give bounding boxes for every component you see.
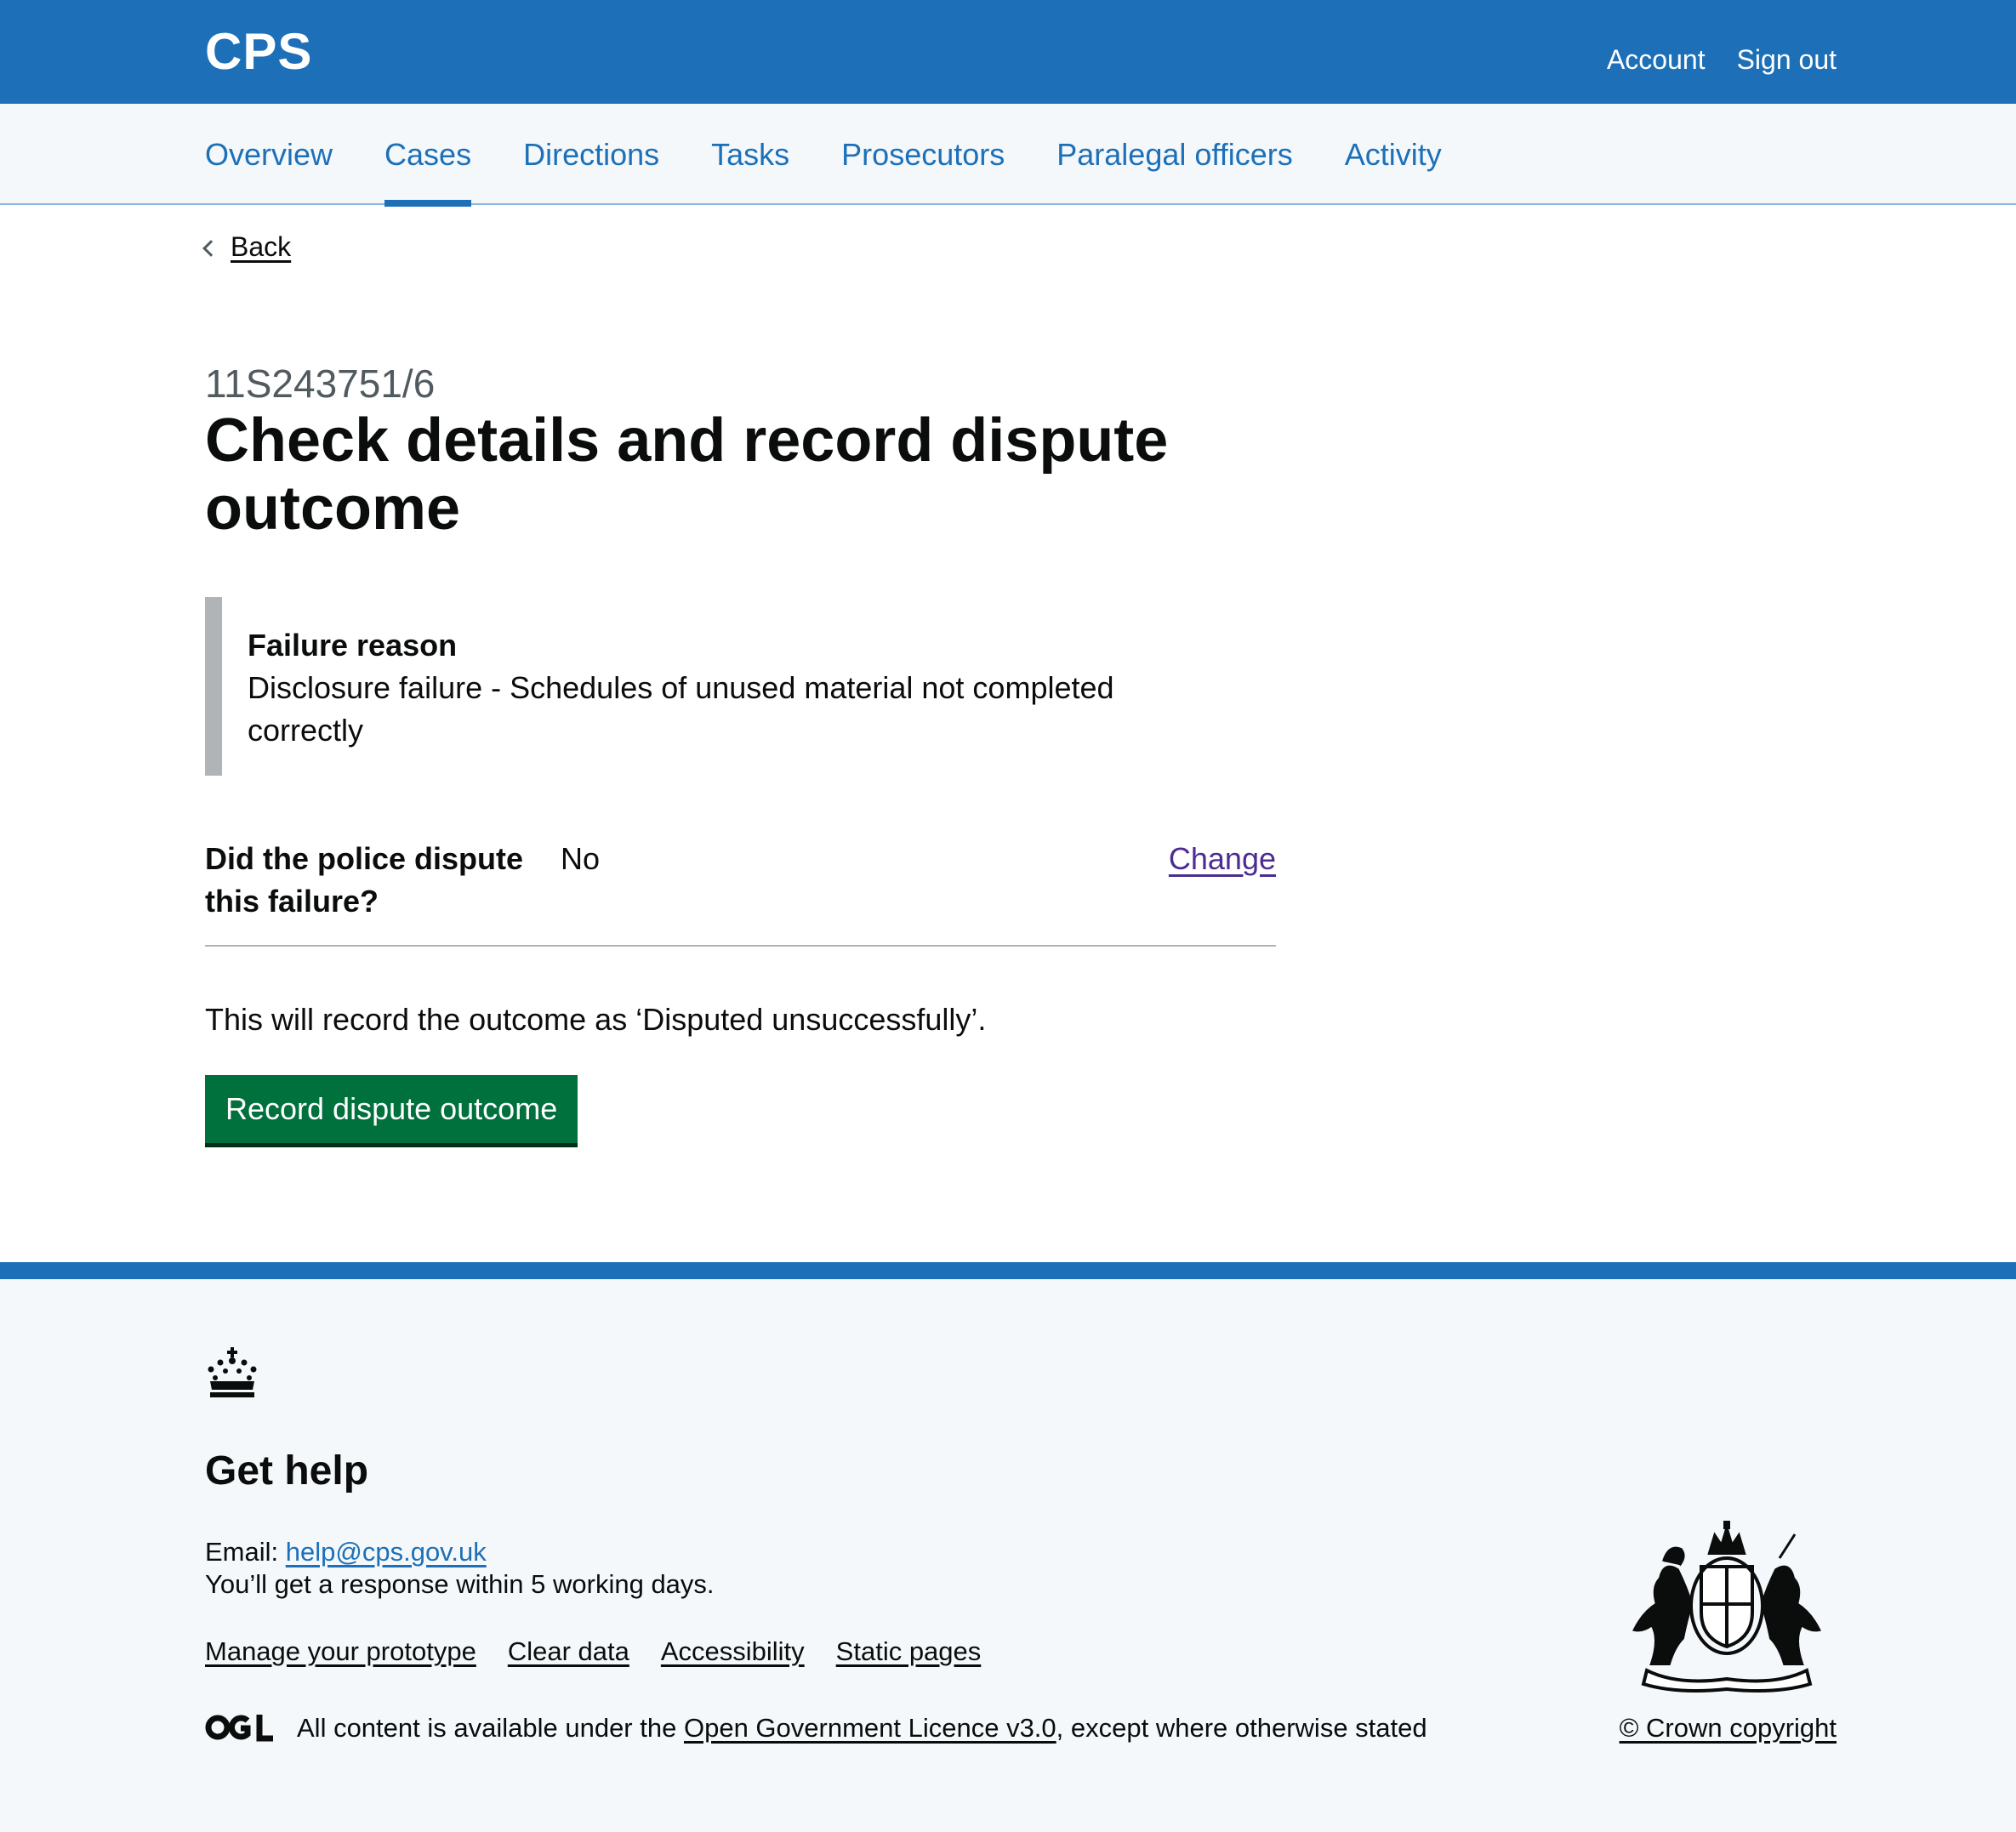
footer-link-clear-data[interactable]: Clear data [508,1636,629,1667]
crown-copyright-link[interactable]: © Crown copyright [1620,1711,1837,1745]
page-title: Check details and record dispute outcome [205,407,1169,543]
sign-out-link[interactable]: Sign out [1737,44,1837,76]
response-time-text: You’ll get a response within 5 working d… [205,1569,715,1599]
failure-reason-title: Failure reason [248,628,458,663]
licence-text: All content is available under the Open … [297,1711,1427,1745]
record-dispute-outcome-button[interactable]: Record dispute outcome [205,1075,578,1143]
ogl-logo-icon [205,1715,273,1742]
footer-link-accessibility[interactable]: Accessibility [661,1636,805,1667]
failure-reason-inset: Failure reason Disclosure failure - Sche… [205,597,1260,776]
nav-item-directions[interactable]: Directions [523,104,659,205]
open-government-licence-link[interactable]: Open Government Licence v3.0 [684,1713,1056,1743]
licence-prefix: All content is available under the [297,1713,677,1743]
footer-link-manage-prototype[interactable]: Manage your prototype [205,1636,476,1667]
header-account-nav: Account Sign out [1607,44,1837,76]
case-reference-caption: 11S243751/6 [205,361,436,406]
licence-suffix: , except where otherwise stated [1056,1713,1427,1743]
summary-row-police-dispute: Did the police dispute this failure? No … [205,838,1276,947]
cps-logo-link[interactable]: CPS [205,22,312,81]
help-email-line: Email: help@cps.gov.uk [205,1535,487,1569]
header: CPS Account Sign out [0,0,2016,104]
footer-links: Manage your prototype Clear data Accessi… [205,1636,981,1667]
outcome-description: This will record the outcome as ‘Dispute… [205,1002,987,1037]
summary-value: No [561,841,601,876]
nav-item-prosecutors[interactable]: Prosecutors [841,104,1005,205]
nav-item-activity[interactable]: Activity [1345,104,1442,205]
help-email-link[interactable]: help@cps.gov.uk [286,1537,487,1567]
back-link[interactable]: Back [202,231,292,263]
footer-heading: Get help [205,1448,369,1493]
nav-item-tasks[interactable]: Tasks [711,104,789,205]
nav-item-overview[interactable]: Overview [205,104,333,205]
change-link[interactable]: Change [1169,838,1276,880]
chevron-left-icon [202,239,219,257]
nav-list: Overview Cases Directions Tasks Prosecut… [205,104,1442,207]
nav-item-cases[interactable]: Cases [384,104,472,207]
service-navigation: Overview Cases Directions Tasks Prosecut… [0,104,2016,207]
back-link-label: Back [231,231,292,262]
royal-coat-of-arms-icon [1632,1521,1821,1693]
account-link[interactable]: Account [1607,44,1706,76]
crown-icon [208,1347,257,1397]
nav-item-paralegal-officers[interactable]: Paralegal officers [1056,104,1293,205]
email-label: Email: [205,1537,279,1567]
failure-reason-text: Disclosure failure - Schedules of unused… [248,670,1114,748]
summary-key: Did the police dispute this failure? [205,841,524,919]
footer-link-static-pages[interactable]: Static pages [836,1636,982,1667]
